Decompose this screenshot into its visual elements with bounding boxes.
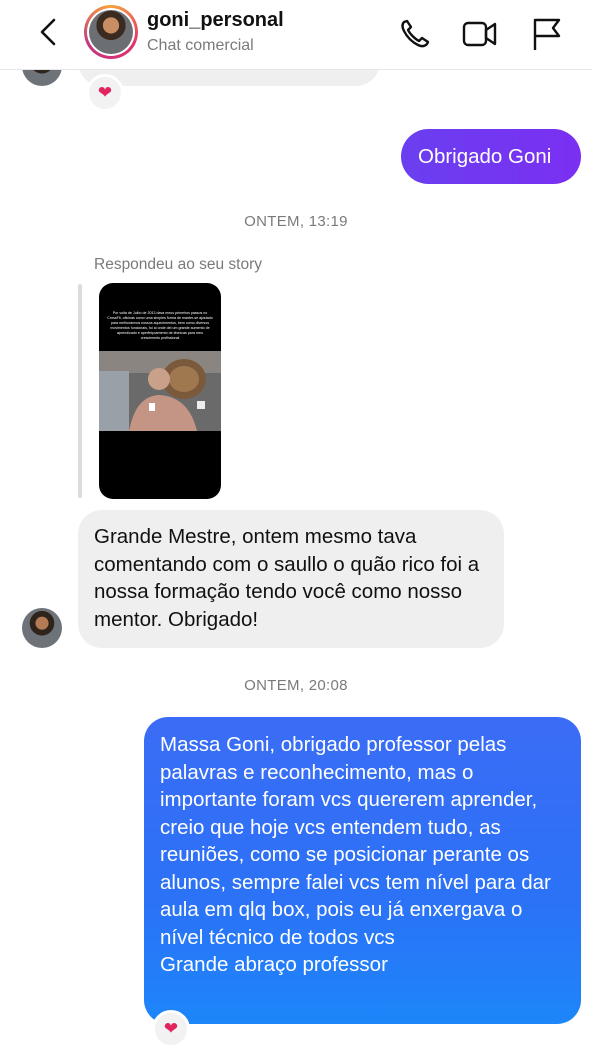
back-arrow-icon[interactable] [30,12,70,52]
sent-message-bubble[interactable]: Massa Goni, obrigado professor pelas pal… [144,717,581,1024]
flag-icon[interactable] [527,14,567,54]
heart-reaction[interactable]: ❤ [86,74,124,112]
reply-divider [78,284,82,498]
story-reply-label: Respondeu ao seu story [94,256,263,273]
video-camera-icon[interactable] [460,14,500,54]
sender-avatar[interactable] [22,608,62,648]
sent-message-bubble[interactable]: Obrigado Goni [401,129,581,184]
sent-message-text-signoff: Grande abraço professor [160,953,388,976]
story-thumbnail[interactable]: Por volta de Julho de 2013 dava meus pri… [99,283,221,499]
chat-subtitle: Chat comercial [147,37,254,54]
story-photo [99,351,221,431]
sent-message-text: Massa Goni, obrigado professor pelas pal… [160,733,551,949]
heart-reaction[interactable]: ❤ [152,1010,190,1048]
phone-icon[interactable] [394,14,434,54]
chat-header: goni_personal Chat comercial [0,0,592,70]
timestamp: ONTEM, 20:08 [244,677,348,694]
username[interactable]: goni_personal [147,9,284,32]
received-message-bubble[interactable]: Grande Mestre, ontem mesmo tava comentan… [78,510,504,648]
timestamp: ONTEM, 13:19 [244,213,348,230]
story-caption: Por volta de Julho de 2013 dava meus pri… [107,311,213,340]
profile-avatar[interactable] [84,5,138,59]
